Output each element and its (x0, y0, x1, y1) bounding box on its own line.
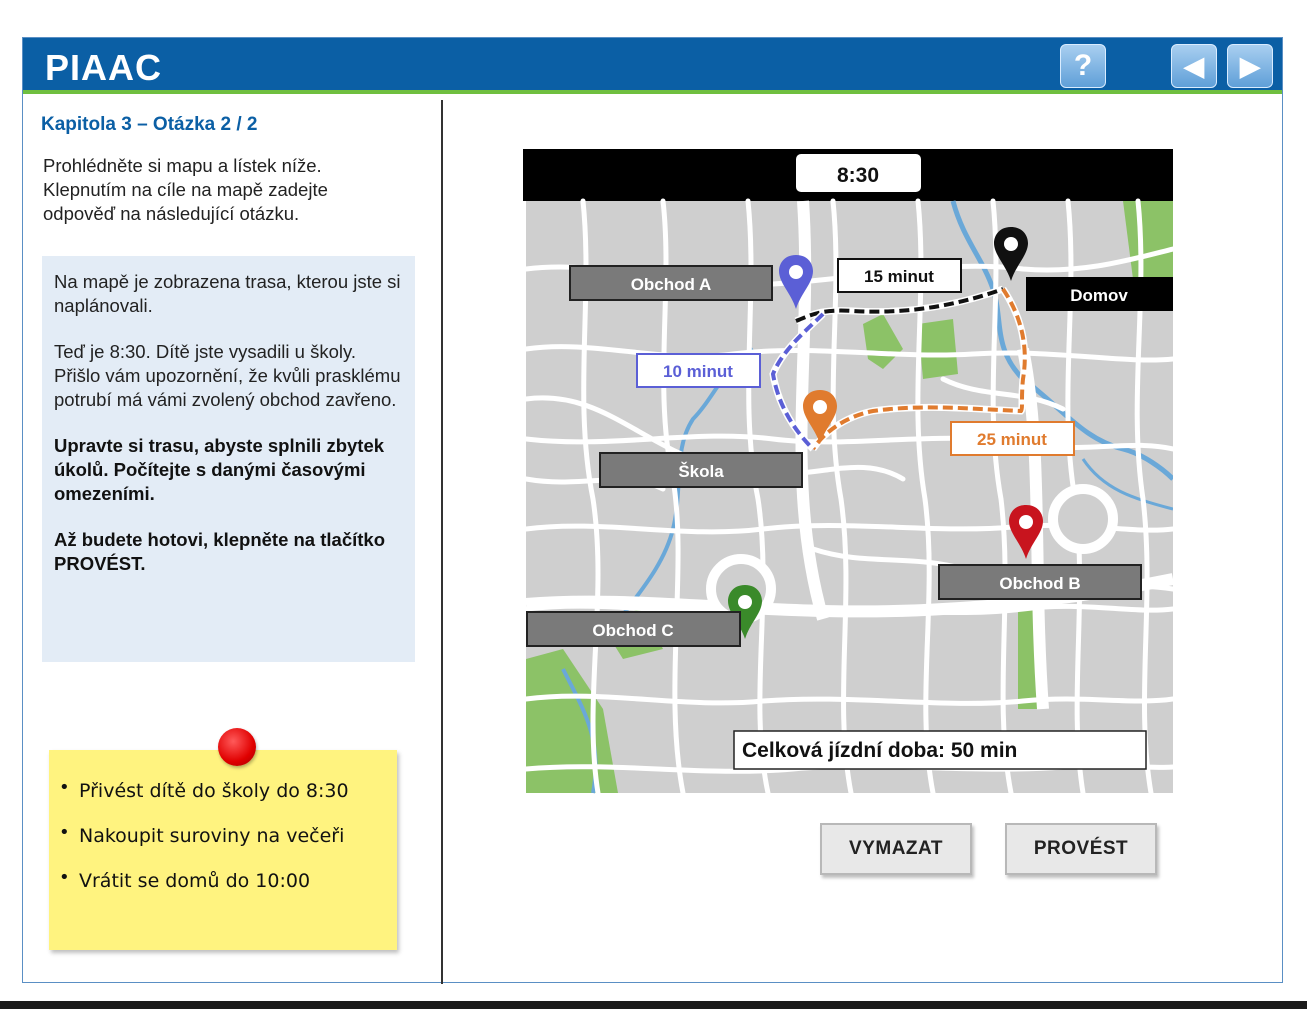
segment-black-time: 15 minut (837, 258, 962, 293)
time-text: 8:30 (837, 164, 879, 187)
instruction-p3: Upravte si trasu, abyste splnili zbytek … (54, 435, 385, 504)
label-shop-a[interactable]: Obchod A (569, 265, 773, 301)
panel-divider (441, 100, 443, 984)
instructions-box: Na mapě je zobrazena trasa, kterou jste … (42, 256, 415, 662)
piaac-logo: PIAAC (45, 47, 163, 88)
forward-button[interactable]: ▶ (1227, 44, 1273, 88)
bottom-bar (0, 1001, 1307, 1009)
label-shop-a-text: Obchod A (631, 275, 712, 294)
label-shop-b-text: Obchod B (999, 574, 1080, 593)
pushpin-icon (218, 728, 256, 766)
intro-text: Prohlédněte si mapu a lístek níže. Klepn… (43, 155, 328, 224)
total-time-text: Celková jízdní doba: 50 min (742, 739, 1017, 762)
help-button[interactable]: ? (1060, 44, 1106, 88)
clear-button[interactable]: VYMAZAT (820, 823, 972, 875)
svg-text:15 minut: 15 minut (864, 267, 934, 286)
instruction-p2: Teď je 8:30. Dítě jste vysadili u školy.… (54, 341, 401, 410)
back-button[interactable]: ◀ (1171, 44, 1217, 88)
label-school-text: Škola (678, 462, 724, 481)
label-shop-c-text: Obchod C (592, 621, 673, 640)
segment-blue-time: 10 minut (636, 353, 761, 388)
task-item: Nakoupit suroviny na večeři (59, 822, 397, 851)
label-shop-b[interactable]: Obchod B (938, 564, 1142, 600)
instruction-p1: Na mapě je zobrazena trasa, kterou jste … (54, 271, 401, 316)
label-home[interactable]: Domov (1026, 277, 1173, 311)
svg-text:25 minut: 25 minut (977, 430, 1047, 449)
chapter-title: Kapitola 3 – Otázka 2 / 2 (41, 114, 258, 135)
task-sticky-note: Přivést dítě do školy do 8:30 Nakoupit s… (49, 750, 397, 950)
label-home-text: Domov (1070, 286, 1128, 305)
app-frame: PIAAC ? ◀ ▶ Kapitola 3 – Otázka 2 / 2 Pr… (22, 37, 1283, 984)
header-bar: PIAAC ? ◀ ▶ (23, 38, 1282, 94)
svg-text:10 minut: 10 minut (663, 362, 733, 381)
segment-orange-time: 25 minut (950, 421, 1075, 456)
instruction-p4: Až budete hotovi, klepněte na tlačítko P… (54, 529, 385, 574)
total-time-box: Celková jízdní doba: 50 min (733, 730, 1147, 770)
label-shop-c[interactable]: Obchod C (526, 611, 741, 647)
task-item: Přivést dítě do školy do 8:30 (59, 777, 397, 806)
arrow-right-icon: ▶ (1240, 50, 1260, 81)
label-school[interactable]: Škola (599, 452, 803, 488)
route-map: 8:30 Obchod A Domov Škola Obchod B Obcho… (523, 149, 1176, 796)
help-icon: ? (1073, 49, 1093, 82)
task-item: Vrátit se domů do 10:00 (59, 867, 397, 896)
submit-button[interactable]: PROVÉST (1005, 823, 1157, 875)
arrow-left-icon: ◀ (1184, 50, 1204, 81)
